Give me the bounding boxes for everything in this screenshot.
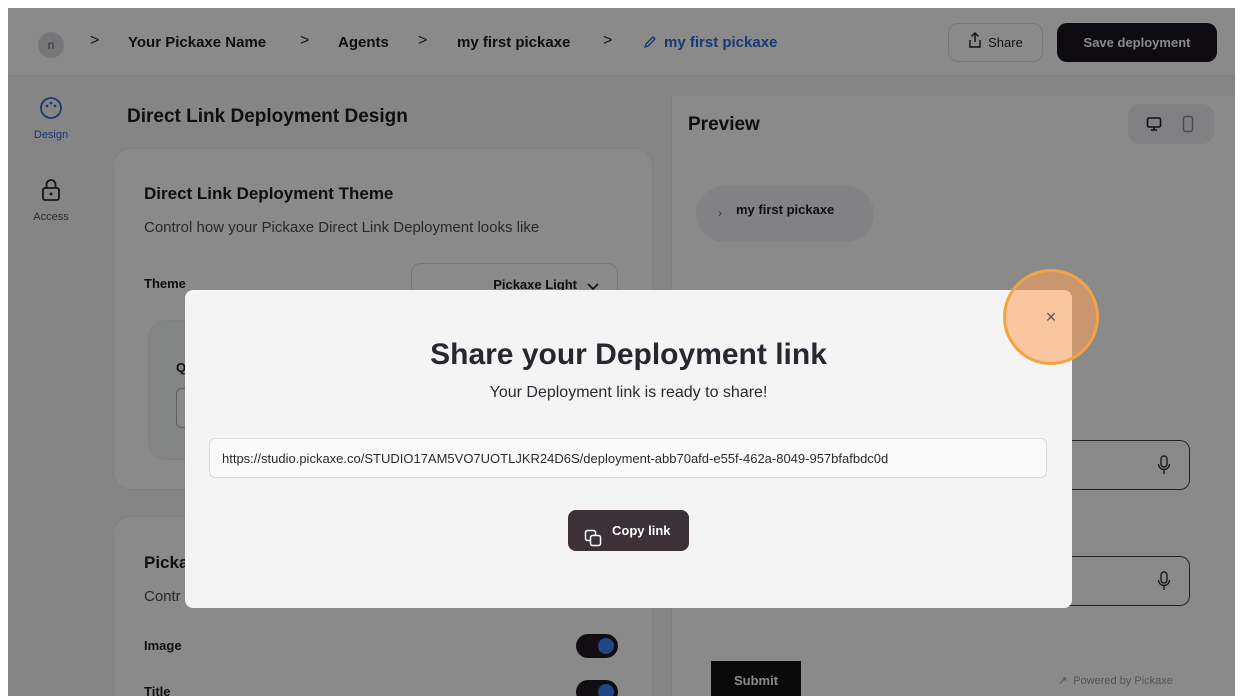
copy-link-label: Copy link xyxy=(612,523,671,538)
deployment-link-field[interactable] xyxy=(209,438,1047,478)
copy-icon xyxy=(584,522,602,563)
copy-link-button[interactable]: Copy link xyxy=(568,510,689,551)
close-icon[interactable]: × xyxy=(1031,297,1071,337)
share-deployment-modal: Share your Deployment link Your Deployme… xyxy=(185,290,1072,608)
modal-subtitle: Your Deployment link is ready to share! xyxy=(489,384,768,401)
modal-title: Share your Deployment link xyxy=(430,338,827,371)
app-frame: n > Your Pickaxe Name > Agents > my firs… xyxy=(8,8,1235,696)
